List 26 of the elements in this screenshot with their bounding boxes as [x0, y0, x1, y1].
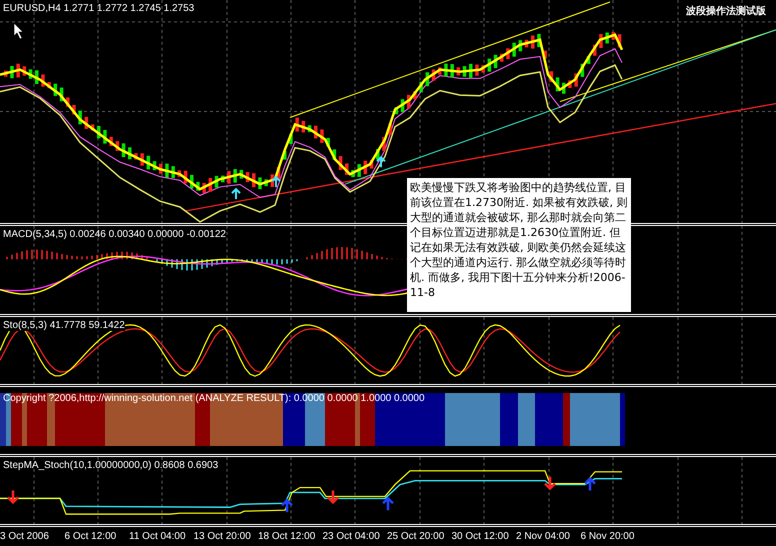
symbol-label: EURUSD,H4 1.2771 1.2772 1.2745 1.2753 [3, 3, 194, 14]
up-arrow-icon [584, 476, 596, 492]
up-arrow-icon [271, 176, 281, 188]
up-arrow-icon [376, 156, 386, 168]
up-arrow-icon [382, 496, 394, 512]
time-axis-label: 6 Oct 12:00 [64, 531, 118, 542]
time-axis-label: 2 Nov 04:00 [516, 531, 571, 542]
corner-label: 波段操作法测试版 [686, 4, 766, 18]
time-axis-label: 18 Oct 12:00 [258, 531, 316, 542]
time-axis-label: 3 Oct 2006 [0, 531, 50, 542]
indicator-label: Sto(8,5,3) 41.7778 59.1422 [3, 320, 125, 331]
up-arrow-icon [280, 498, 294, 514]
down-arrow-icon [544, 475, 556, 490]
annotation-text: 欧美慢慢下跌又将考验图中的趋势线位置, 目前该位置在1.2730附近. 如果被有效跌破, 则大型的通道就会被破坏, 那么那时就会向第二个目标位置迈进那就是1.2630位置附近. 但记在如果无法有效跌破, 则欧美仍然会延续这个大型的通道内运行. 那么做空就必须等待时机. 而做多, 我用下图十五分钟来分析!2006-11-8 [407, 178, 631, 312]
time-axis-label: 13 Oct 20:00 [194, 531, 252, 542]
indicator-label: MACD(5,34,5) 0.00246 0.00340 0.00000 -0.00122 [3, 229, 226, 240]
cursor-icon [13, 22, 25, 40]
up-arrow-icon [231, 188, 241, 200]
time-axis-label: 11 Oct 04:00 [129, 531, 187, 542]
down-arrow-icon [6, 489, 20, 504]
indicator-label: StepMA_Stoch(10,1.00000000,0) 0.8608 0.6903 [3, 460, 218, 471]
time-axis-label: 30 Oct 12:00 [452, 531, 510, 542]
time-axis-label: 6 Nov 20:00 [580, 531, 636, 542]
down-arrow-icon [326, 489, 340, 504]
time-axis-label: 23 Oct 04:00 [322, 531, 381, 542]
time-axis-label: 25 Oct 20:00 [387, 531, 446, 542]
